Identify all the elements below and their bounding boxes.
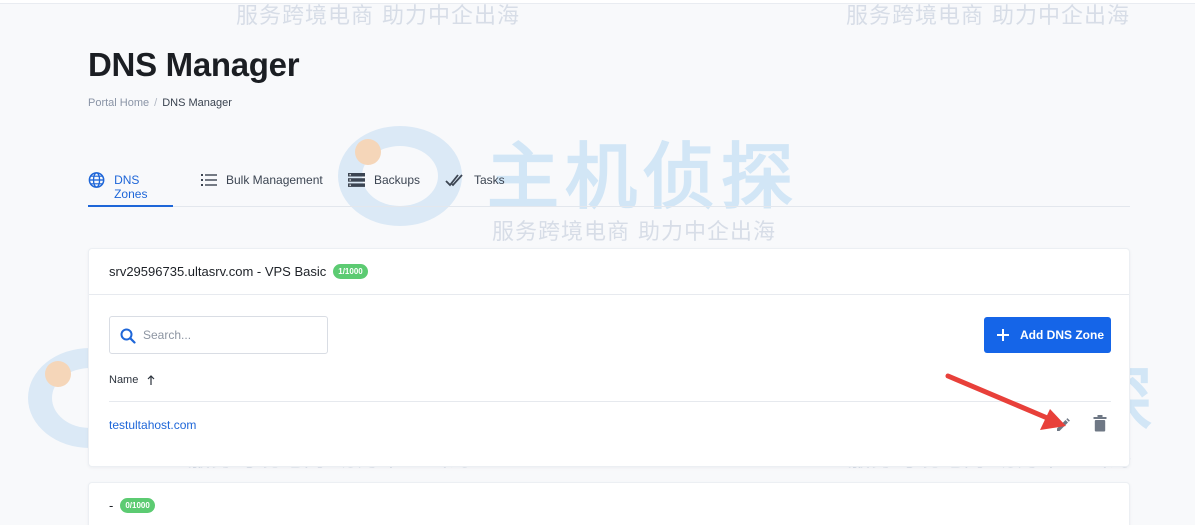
zone-link[interactable]: testultahost.com [109, 418, 196, 432]
tab-label: DNS Zones [114, 173, 148, 201]
service-name: srv29596735.ultasrv.com - VPS Basic [109, 264, 327, 279]
tab-dns-zones[interactable]: DNS Zones [88, 166, 173, 207]
tab-label: Bulk Management [226, 173, 323, 187]
breadcrumb-current: DNS Manager [162, 97, 232, 109]
search-icon [120, 328, 136, 344]
server-icon [348, 173, 365, 187]
breadcrumb: Portal Home / DNS Manager [88, 97, 232, 109]
tab-bulk-management[interactable]: Bulk Management [201, 166, 323, 207]
zone-count-badge: 0/1000 [120, 498, 155, 513]
list-icon [201, 174, 217, 186]
tab-label: Backups [374, 173, 421, 187]
arrow-up-icon [147, 375, 155, 385]
double-check-icon [445, 174, 463, 187]
tab-backups[interactable]: Backups [348, 166, 420, 207]
annotation-arrow-icon [945, 373, 1066, 430]
breadcrumb-separator: / [154, 97, 158, 109]
zone-count-badge: 1/1000 [333, 264, 368, 279]
trash-icon[interactable] [1093, 415, 1107, 432]
add-dns-zone-button[interactable]: Add DNS Zone [984, 317, 1111, 353]
second-service-title: - 0/1000 [109, 498, 155, 513]
watermark-slogan: 服务跨境电商 助力中企出海 [846, 4, 1130, 29]
search-input[interactable] [143, 326, 318, 344]
second-service-card: - 0/1000 [88, 482, 1130, 525]
add-dns-zone-label: Add DNS Zone [1020, 328, 1104, 342]
plus-icon [997, 329, 1009, 341]
tab-label: Tasks [474, 173, 505, 187]
tab-bar: DNS Zones Bulk Management Backups Tasks [88, 166, 1130, 207]
column-header-label: Name [109, 374, 139, 386]
search-box[interactable] [109, 316, 328, 354]
breadcrumb-home-link[interactable]: Portal Home [88, 97, 149, 109]
service-title: srv29596735.ultasrv.com - VPS Basic 1/10… [109, 264, 368, 279]
service-card-header: srv29596735.ultasrv.com - VPS Basic 1/10… [89, 249, 1129, 295]
globe-icon [88, 172, 105, 188]
tab-tasks[interactable]: Tasks [445, 166, 505, 207]
name-column-header[interactable]: Name [109, 374, 155, 386]
page-title: DNS Manager [88, 46, 300, 83]
second-service-name: - [109, 498, 114, 513]
watermark-slogan: 服务跨境电商 助力中企出海 [236, 4, 520, 29]
